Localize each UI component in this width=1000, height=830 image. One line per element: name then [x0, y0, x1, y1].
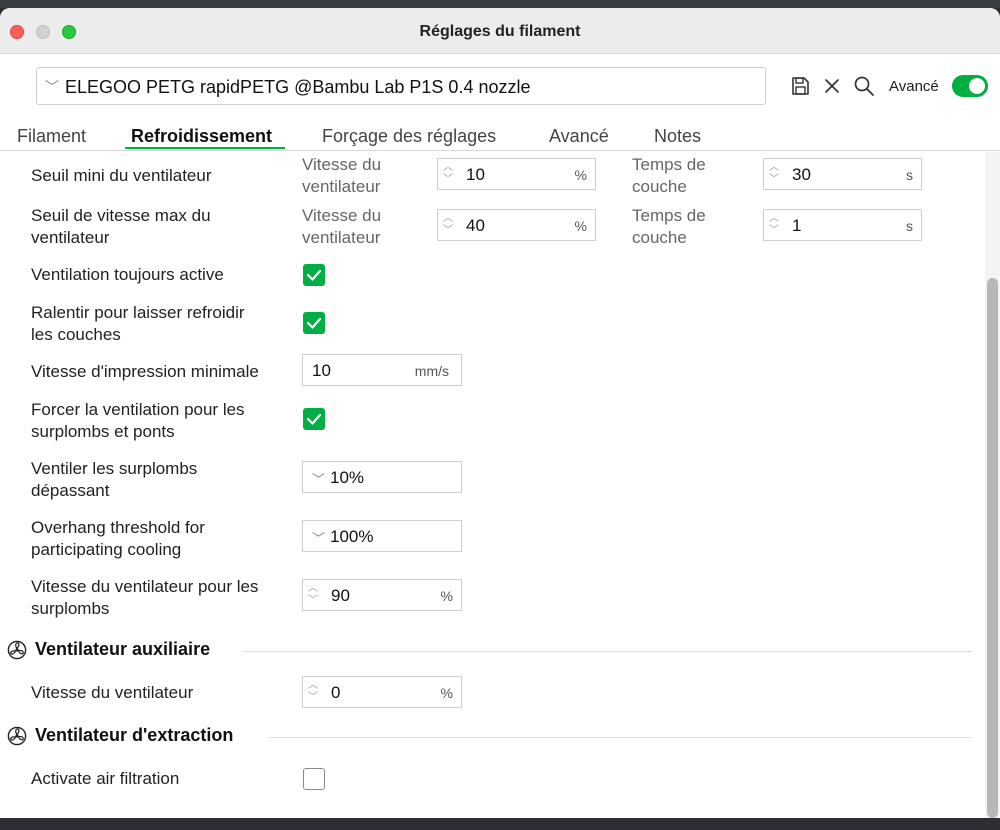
min-fan-time-sublabel-1: Temps de	[632, 155, 706, 174]
min-fan-time-sublabel-2: couche	[632, 177, 687, 196]
overhang-threshold-label-2: participating cooling	[31, 540, 182, 559]
overhang-fan-speed-unit: %	[440, 588, 453, 604]
max-fan-threshold-label-2: ventilateur	[31, 228, 110, 247]
overhang-threshold-combo[interactable]: ﹀ 100%	[302, 520, 462, 552]
max-fan-speed-stepper[interactable]: ︿ ﹀ 40 %	[437, 209, 596, 241]
aux-fan-speed-stepper[interactable]: ︿ ﹀ 0 %	[302, 676, 462, 708]
exhaust-fan-section-header: Ventilateur d'extraction	[7, 725, 977, 749]
min-fan-speed-stepper[interactable]: ︿ ﹀ 10 %	[437, 158, 596, 190]
min-fan-speed-unit: %	[574, 167, 587, 183]
chevron-down-icon: ﹀	[312, 531, 326, 546]
overhang-threshold-label-1: Overhang threshold for	[31, 518, 205, 537]
aux-fan-speed-unit: %	[440, 685, 453, 701]
max-fan-time-stepper[interactable]: ︿ ﹀ 1 s	[763, 209, 922, 241]
overhang-exceeding-combo[interactable]: ﹀ 10%	[302, 461, 462, 493]
title-bar[interactable]: Réglages du filament	[0, 8, 1000, 54]
overhang-exceeding-label-1: Ventiler les surplombs	[31, 459, 198, 478]
overhang-fan-speed-label-1: Vitesse du ventilateur pour les	[31, 577, 259, 596]
max-fan-time-sublabel-1: Temps de	[632, 206, 706, 225]
stepper-arrows-icon[interactable]: ︿ ﹀	[307, 583, 319, 607]
max-fan-speed-sublabel-2: ventilateur	[302, 228, 381, 247]
stepper-arrows-icon[interactable]: ︿ ﹀	[768, 162, 780, 186]
max-fan-time-unit: s	[906, 218, 913, 234]
overhang-fan-speed-stepper[interactable]: ︿ ﹀ 90 %	[302, 579, 462, 611]
aux-fan-section-header: Ventilateur auxiliaire	[7, 639, 977, 663]
min-fan-time-value: 30	[792, 165, 811, 184]
slow-down-checkbox[interactable]	[303, 312, 325, 334]
min-fan-time-stepper[interactable]: ︿ ﹀ 30 s	[763, 158, 922, 190]
tab-refroidissement[interactable]: Refroidissement	[131, 126, 272, 147]
overhang-exceeding-value: 10%	[330, 468, 365, 487]
min-fan-time-unit: s	[906, 167, 913, 183]
min-print-speed-value: 10	[312, 361, 331, 380]
stepper-arrows-icon[interactable]: ︿ ﹀	[442, 162, 454, 186]
close-icon[interactable]	[820, 74, 844, 98]
advanced-mode-label: Avancé	[889, 78, 939, 95]
overhang-fan-speed-value: 90	[331, 586, 350, 605]
aux-fan-speed-label: Vitesse du ventilateur	[31, 683, 194, 702]
min-fan-speed-sublabel-2: ventilateur	[302, 177, 381, 196]
advanced-mode-toggle[interactable]	[952, 75, 988, 97]
fan-icon	[7, 640, 27, 660]
search-icon[interactable]	[852, 74, 876, 98]
section-divider	[243, 651, 972, 652]
active-tab-indicator	[125, 147, 285, 149]
slow-down-label-1: Ralentir pour laisser refroidir	[31, 303, 245, 322]
min-fan-threshold-label: Seuil mini du ventilateur	[31, 166, 212, 185]
max-fan-speed-value: 40	[466, 216, 485, 235]
min-print-speed-unit: mm/s	[414, 363, 449, 379]
tab-avance[interactable]: Avancé	[549, 126, 609, 147]
slow-down-label-2: les couches	[31, 325, 121, 344]
cooling-settings-panel[interactable]: Seuil mini du ventilateur Vitesse du ven…	[0, 152, 980, 820]
overhang-threshold-value: 100%	[330, 527, 374, 546]
max-fan-speed-sublabel-1: Vitesse du	[302, 206, 382, 225]
tab-filament[interactable]: Filament	[17, 126, 86, 147]
air-filtration-checkbox[interactable]	[303, 768, 325, 790]
max-fan-threshold-label-1: Seuil de vitesse max du	[31, 206, 211, 225]
tab-notes[interactable]: Notes	[654, 126, 701, 147]
scrollbar-thumb[interactable]	[987, 278, 998, 818]
desktop-background-top	[0, 0, 1000, 8]
max-fan-speed-unit: %	[574, 218, 587, 234]
min-print-speed-label: Vitesse d'impression minimale	[31, 362, 259, 381]
min-fan-speed-value: 10	[466, 165, 485, 184]
force-overhang-checkbox[interactable]	[303, 408, 325, 430]
chevron-down-icon: ﹀	[312, 472, 326, 487]
section-divider	[269, 737, 972, 738]
checkmark-icon	[306, 413, 322, 425]
preset-name: ELEGOO PETG rapidPETG @Bambu Lab P1S 0.4…	[65, 77, 531, 97]
force-overhang-label-2: surplombs et ponts	[31, 422, 175, 441]
exhaust-fan-title: Ventilateur d'extraction	[35, 725, 234, 745]
air-filtration-label: Activate air filtration	[31, 769, 180, 788]
max-fan-time-value: 1	[792, 216, 802, 235]
min-fan-speed-sublabel-1: Vitesse du	[302, 155, 382, 174]
min-print-speed-input[interactable]: 10 mm/s	[302, 354, 462, 386]
window-title: Réglages du filament	[419, 23, 581, 40]
checkmark-icon	[306, 317, 322, 329]
tab-forcage[interactable]: Forçage des réglages	[322, 126, 496, 147]
aux-fan-speed-value: 0	[331, 683, 341, 702]
aux-fan-title: Ventilateur auxiliaire	[35, 639, 211, 659]
filament-settings-window: Réglages du filament ﹀ ELEGOO PETG rapid…	[0, 8, 1000, 820]
max-fan-time-sublabel-2: couche	[632, 228, 687, 247]
toggle-knob	[969, 78, 985, 94]
overhang-fan-speed-label-2: surplombs	[31, 599, 110, 618]
stepper-arrows-icon[interactable]: ︿ ﹀	[307, 680, 319, 704]
save-icon[interactable]	[788, 74, 812, 98]
overhang-exceeding-label-2: dépassant	[31, 481, 110, 500]
desktop-background-bottom	[0, 818, 1000, 830]
fan-always-on-checkbox[interactable]	[303, 264, 325, 286]
fan-icon	[7, 726, 27, 746]
tab-bar: Filament Refroidissement Forçage des rég…	[0, 121, 1000, 151]
preset-dropdown[interactable]: ﹀ ELEGOO PETG rapidPETG @Bambu Lab P1S 0…	[36, 67, 766, 105]
stepper-arrows-icon[interactable]: ︿ ﹀	[442, 213, 454, 237]
chevron-down-icon: ﹀	[45, 79, 59, 95]
fan-always-on-label: Ventilation toujours active	[31, 265, 224, 284]
force-overhang-label-1: Forcer la ventilation pour les	[31, 400, 245, 419]
checkmark-icon	[306, 269, 322, 281]
stepper-arrows-icon[interactable]: ︿ ﹀	[768, 213, 780, 237]
